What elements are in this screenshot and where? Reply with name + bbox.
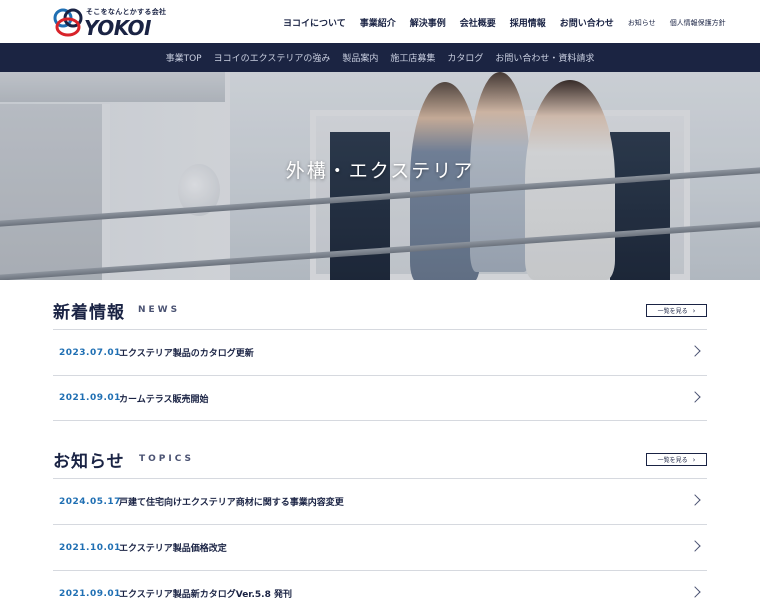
chevron-right-icon (689, 586, 701, 598)
subnav-inquiry[interactable]: お問い合わせ・資料請求 (495, 51, 594, 64)
topics-date: 2021.09.01 (59, 588, 121, 599)
nav-cases[interactable]: 解決事例 (410, 16, 446, 29)
subnav-installers[interactable]: 施工店募集 (390, 51, 435, 64)
hero-title: 外構・エクステリア (285, 160, 475, 182)
chevron-right-icon (689, 540, 701, 552)
news-item[interactable]: 2021.09.01 カームテラス販売開始 (53, 375, 707, 421)
news-item-title: カームテラス販売開始 (119, 394, 209, 405)
topics-section-header: お知らせ TOPICS 一覧を見る › (53, 447, 707, 475)
topics-item-title: エクステリア製品価格改定 (119, 544, 227, 554)
nav-about[interactable]: ヨコイについて (283, 16, 346, 29)
main-nav: ヨコイについて 事業紹介 解決事例 会社概要 採用情報 お問い合わせ お知らせ … (283, 16, 726, 30)
chevron-right-icon: › (692, 306, 696, 315)
topics-title-en: TOPICS (139, 454, 194, 464)
chevron-right-icon: › (692, 455, 696, 464)
nav-news[interactable]: お知らせ (628, 18, 656, 28)
view-all-label: 一覧を見る (657, 308, 688, 315)
subnav-strengths[interactable]: ヨコイのエクステリアの強み (214, 51, 331, 64)
news-title: 新着情報 (53, 303, 125, 323)
topics-view-all-button[interactable]: 一覧を見る › (646, 453, 707, 466)
topics-item[interactable]: 2021.10.01 エクステリア製品価格改定 (53, 524, 707, 570)
topics-title: お知らせ (53, 452, 125, 472)
news-view-all-button[interactable]: 一覧を見る › (646, 304, 707, 317)
news-title-en: NEWS (138, 305, 181, 315)
chevron-right-icon (689, 391, 701, 403)
news-section-header: 新着情報 NEWS 一覧を見る › (53, 298, 707, 326)
news-list: 2023.07.01 エクステリア製品のカタログ更新 2021.09.01 カー… (53, 329, 707, 421)
subnav-catalog[interactable]: カタログ (447, 51, 483, 64)
topics-item[interactable]: 2024.05.17 戸建て住宅向けエクステリア商材に関する事業内容変更 (53, 478, 707, 524)
subnav-top[interactable]: 事業TOP (166, 51, 202, 64)
nav-company[interactable]: 会社概要 (460, 16, 496, 29)
topics-item-title: エクステリア製品新カタログVer.5.8 発刊 (119, 590, 292, 600)
logo-mark-icon (53, 8, 83, 37)
news-date: 2021.09.01 (59, 393, 121, 403)
chevron-right-icon (689, 345, 701, 357)
nav-recruit[interactable]: 採用情報 (510, 16, 546, 29)
hero-banner: 外構・エクステリア (0, 72, 760, 280)
nav-privacy[interactable]: 個人情報保護方針 (670, 18, 726, 28)
yokoi-logo[interactable]: そこをなんとかする会社 YOKOI (52, 5, 166, 40)
view-all-label: 一覧を見る (657, 457, 688, 464)
news-item-title: エクステリア製品のカタログ更新 (119, 349, 254, 359)
topics-list: 2024.05.17 戸建て住宅向けエクステリア商材に関する事業内容変更 202… (53, 478, 707, 600)
chevron-right-icon (689, 494, 701, 506)
sub-nav: 事業TOP ヨコイのエクステリアの強み 製品案内 施工店募集 カタログ お問い合… (0, 43, 760, 72)
news-item[interactable]: 2023.07.01 エクステリア製品のカタログ更新 (53, 329, 707, 375)
logo-wordmark: YOKOI (84, 16, 151, 40)
site-header: そこをなんとかする会社 YOKOI ヨコイについて 事業紹介 解決事例 会社概要… (0, 0, 760, 43)
nav-contact[interactable]: お問い合わせ (560, 16, 614, 29)
topics-item[interactable]: 2021.09.01 エクステリア製品新カタログVer.5.8 発刊 (53, 570, 707, 600)
nav-business[interactable]: 事業紹介 (360, 16, 396, 29)
subnav-products[interactable]: 製品案内 (342, 51, 378, 64)
topics-date: 2024.05.17 (59, 496, 121, 507)
news-date: 2023.07.01 (59, 347, 121, 358)
topics-date: 2021.10.01 (59, 542, 121, 553)
topics-item-title: 戸建て住宅向けエクステリア商材に関する事業内容変更 (119, 498, 344, 508)
